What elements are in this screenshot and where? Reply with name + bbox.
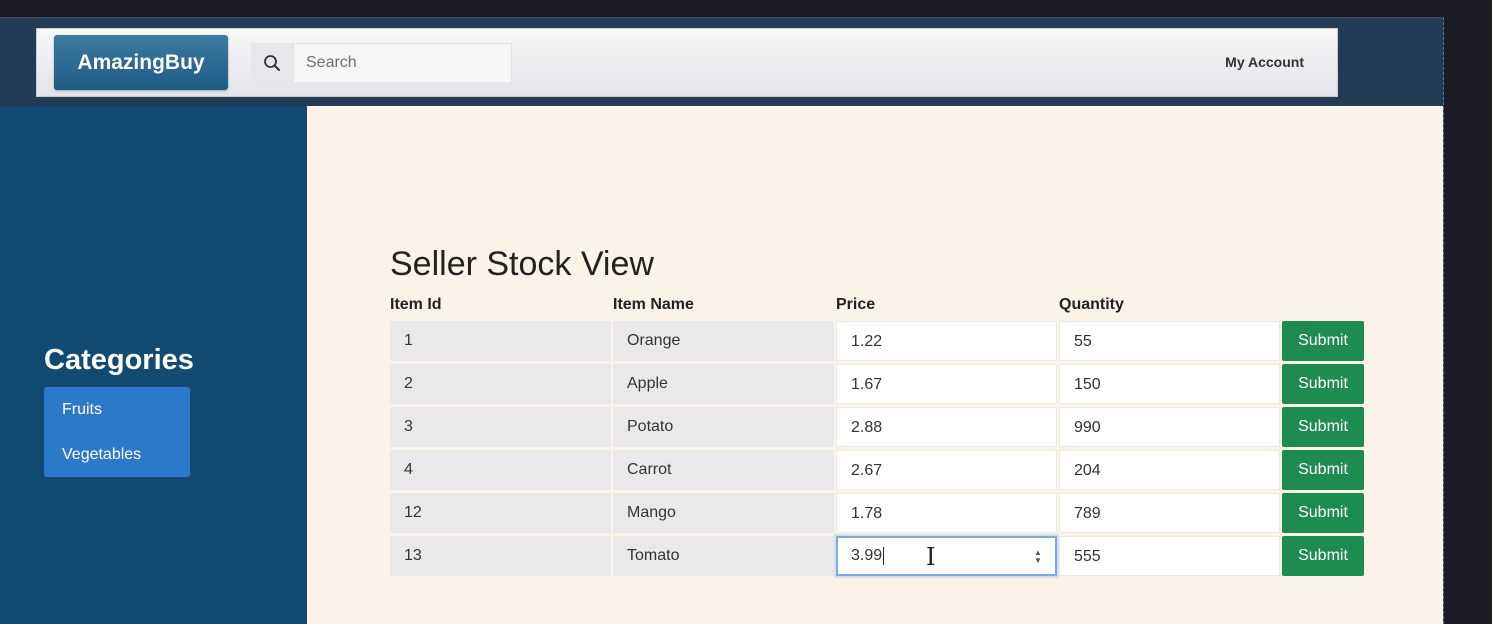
item-name-cell: Orange [613,321,834,361]
column-header-item-name: Item Name [613,296,694,313]
item-id-cell: 13 [390,536,611,576]
price-input[interactable]: 1.78 [836,493,1057,533]
submit-button[interactable]: Submit [1282,493,1364,533]
quantity-input[interactable]: 990 [1059,407,1280,447]
item-id-cell: 3 [390,407,611,447]
price-input-focused[interactable]: 3.99 I ▲ ▼ [836,536,1057,576]
submit-button[interactable]: Submit [1282,321,1364,361]
item-id-cell: 2 [390,364,611,404]
table-row: 1 Orange 1.22 55 Submit [390,321,1364,361]
table-row: 4 Carrot 2.67 204 Submit [390,450,1364,490]
my-account-link[interactable]: My Account [1225,54,1304,70]
item-id-cell: 1 [390,321,611,361]
item-name-cell: Potato [613,407,834,447]
price-input[interactable]: 2.67 [836,450,1057,490]
quantity-input[interactable]: 555 [1059,536,1280,576]
sidebar: Categories Fruits Vegetables [0,106,306,624]
quantity-input[interactable]: 789 [1059,493,1280,533]
column-header-quantity: Quantity [1059,296,1124,313]
quantity-input[interactable]: 55 [1059,321,1280,361]
price-input[interactable]: 1.67 [836,364,1057,404]
price-input[interactable]: 2.88 [836,407,1057,447]
item-name-cell: Carrot [613,450,834,490]
submit-button[interactable]: Submit [1282,407,1364,447]
category-item-vegetables[interactable]: Vegetables [44,432,190,477]
column-header-item-id: Item Id [390,296,442,313]
category-item-fruits[interactable]: Fruits [44,387,190,432]
submit-button[interactable]: Submit [1282,536,1364,576]
item-id-cell: 4 [390,450,611,490]
main-content: Seller Stock View Item Id Item Name Pric… [307,106,1443,624]
page-title: Seller Stock View [390,245,654,283]
ibeam-cursor-icon: I [926,543,936,571]
quantity-input[interactable]: 204 [1059,450,1280,490]
search-input[interactable] [293,43,512,83]
number-spinner-icon[interactable]: ▲ ▼ [1033,549,1043,565]
column-header-price: Price [836,296,876,313]
categories-heading: Categories [44,344,194,376]
price-input-value: 3.99 [851,547,883,564]
table-row: 2 Apple 1.67 150 Submit [390,364,1364,404]
item-name-cell: Mango [613,493,834,533]
text-caret [883,546,885,565]
table-row: 3 Potato 2.88 990 Submit [390,407,1364,447]
submit-button[interactable]: Submit [1282,450,1364,490]
table-row: 12 Mango 1.78 789 Submit [390,493,1364,533]
price-input[interactable]: 1.22 [836,321,1057,361]
table-row: 13 Tomato 3.99 I ▲ ▼ 555 Submit [390,536,1364,576]
item-name-cell: Tomato [613,536,834,576]
submit-button[interactable]: Submit [1282,364,1364,404]
item-name-cell: Apple [613,364,834,404]
search-icon[interactable] [251,43,293,83]
item-id-cell: 12 [390,493,611,533]
quantity-input[interactable]: 150 [1059,364,1280,404]
brand-logo[interactable]: AmazingBuy [54,35,228,90]
category-list: Fruits Vegetables [44,387,190,477]
top-navbar: AmazingBuy My Account [36,28,1338,97]
